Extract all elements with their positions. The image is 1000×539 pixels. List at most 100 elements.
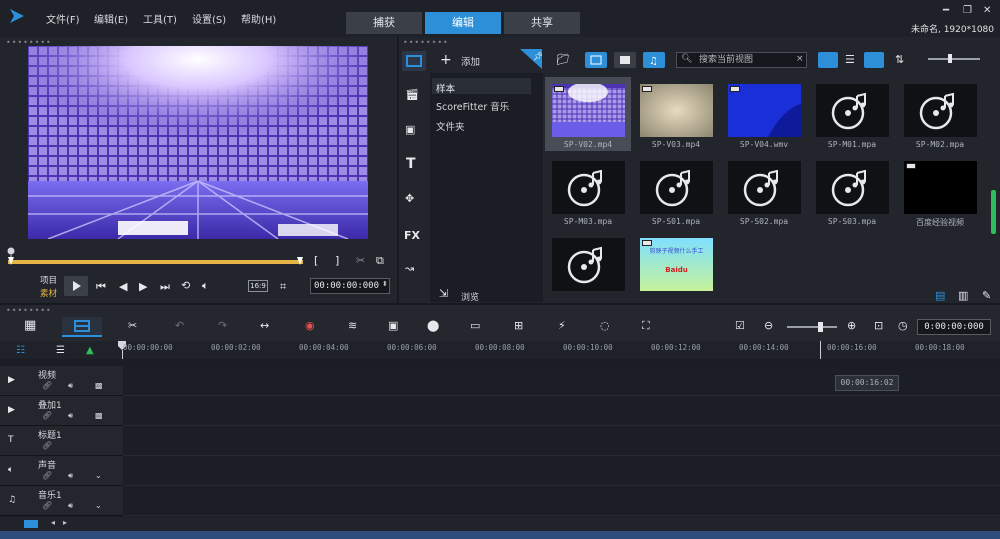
folder-scorefitter[interactable]: ScoreFitter 音乐 — [436, 99, 509, 113]
media-item[interactable]: SP-S01.mpa — [633, 154, 719, 228]
next-frame-icon[interactable]: ▶ — [139, 280, 147, 293]
fit-project-icon[interactable]: ↔ — [260, 319, 269, 332]
instant-project-icon[interactable]: 🎬︎ — [405, 88, 419, 101]
undo-icon[interactable]: ↶ — [175, 319, 184, 332]
graphics-icon[interactable]: ✥ — [405, 192, 414, 205]
media-item[interactable]: SP-V03.mp4 — [633, 77, 719, 151]
repeat-icon[interactable]: ⟲ — [181, 279, 190, 292]
link-icon[interactable]: 🔗︎ — [42, 501, 52, 510]
folder-folder[interactable]: 文件夹 — [436, 119, 465, 133]
track-volume-icon[interactable]: 🔊︎ — [68, 411, 73, 421]
link-icon[interactable]: 🔗︎ — [42, 411, 52, 420]
clip-mode-label[interactable]: 素材 — [40, 287, 57, 299]
zoom-slider[interactable] — [787, 326, 837, 328]
media-item[interactable]: SP-S02.mpa — [721, 154, 807, 228]
link-icon[interactable]: 🔗︎ — [42, 471, 52, 480]
import-media-icon[interactable]: 📁︎ — [556, 53, 570, 66]
library-scrollbar[interactable] — [991, 190, 996, 234]
track-header[interactable]: ♫ 音乐1 🔗︎ 🔊︎ ⌄ — [0, 486, 123, 516]
track-lane[interactable] — [123, 426, 1000, 456]
motion-tracking-icon[interactable]: ⬤ — [427, 319, 439, 332]
media-item[interactable]: 百度经验视频 — [897, 154, 983, 228]
library-mode-icon[interactable]: ▤ — [935, 289, 945, 302]
link-icon[interactable]: 🔗︎ — [42, 381, 52, 390]
timeline-view-button[interactable] — [62, 317, 102, 337]
add-icon[interactable]: + — [440, 52, 452, 68]
storyboard-view-icon[interactable]: ▦ — [24, 318, 36, 333]
track-manager-icon[interactable]: ☷ — [16, 345, 25, 356]
time-remapping-icon[interactable]: ⚡︎ — [558, 319, 566, 332]
menu-tools[interactable]: 工具(T) — [143, 11, 177, 26]
aspect-ratio-button[interactable]: 16:9 — [248, 280, 268, 292]
track-header[interactable]: T 标题1 🔗︎ — [0, 426, 123, 456]
tab-capture[interactable]: 捕获 — [346, 12, 422, 34]
auto-music-icon[interactable]: ▣ — [388, 319, 398, 332]
pan-zoom-icon[interactable]: ⛶ — [642, 319, 650, 333]
zoom-out-icon[interactable]: ⊖ — [764, 319, 773, 332]
enlarge-preview-icon[interactable]: ⧉ — [376, 254, 384, 268]
link-icon[interactable]: 🔗︎ — [42, 441, 52, 450]
menu-settings[interactable]: 设置(S) — [192, 11, 226, 26]
thumb-size-slider[interactable] — [928, 58, 980, 60]
zoom-in-icon[interactable]: ⊕ — [847, 319, 856, 332]
tab-edit[interactable]: 编辑 — [425, 12, 501, 34]
player-timecode[interactable]: 00:00:00:000 — [310, 278, 390, 294]
sort-icon[interactable]: ⇅ — [895, 53, 904, 66]
track-volume-icon[interactable]: 🔊︎ — [68, 381, 73, 391]
mark-in-button[interactable]: [ — [314, 254, 318, 267]
track-volume-icon[interactable]: 🔊︎ — [68, 501, 73, 511]
split-clip-icon[interactable]: ✂ — [356, 254, 365, 267]
track-header[interactable]: 🔈︎ 声音 🔗︎ 🔊︎ ⌄ — [0, 456, 123, 486]
show-audio-toggle[interactable]: ♫ — [643, 52, 665, 68]
media-item[interactable]: SP-S03.mpa — [809, 154, 895, 228]
media-item[interactable] — [545, 231, 631, 305]
redo-icon[interactable]: ↷ — [218, 319, 227, 332]
expand-icon[interactable]: ⌄ — [95, 501, 102, 510]
media-item[interactable]: SP-V02.mp4 — [545, 77, 631, 151]
project-duration[interactable]: 0:00:00:000 — [917, 319, 991, 335]
media-icon[interactable] — [402, 51, 426, 71]
track-header[interactable]: ▶ 视频 🔗︎ 🔊︎ ▩ — [0, 366, 123, 396]
grid-view-button[interactable] — [864, 52, 884, 68]
play-button[interactable] — [64, 276, 88, 296]
zoom-handle[interactable] — [818, 322, 823, 332]
transition-icon[interactable]: ▣ — [405, 123, 415, 136]
list-view-icon[interactable]: ☰ — [845, 53, 855, 66]
show-photos-toggle[interactable] — [614, 52, 636, 68]
volume-icon[interactable]: 🔈︎ — [202, 279, 209, 293]
browse-button[interactable]: 浏览 — [461, 290, 479, 303]
media-item[interactable]: SP-M02.mpa — [897, 77, 983, 151]
options-icon[interactable]: ✎ — [982, 289, 991, 302]
prev-frame-icon[interactable]: ◀ — [119, 280, 127, 293]
search-input[interactable]: 搜索当前视图 — [676, 52, 807, 68]
track-lane[interactable] — [123, 456, 1000, 486]
tab-share[interactable]: 共享 — [504, 12, 580, 34]
record-capture-icon[interactable]: ◉ — [305, 319, 315, 332]
pin-icon[interactable]: 📌︎ — [520, 49, 542, 69]
restore-icon[interactable]: ❐ — [963, 5, 972, 16]
subtitle-editor-icon[interactable]: ▭ — [470, 319, 480, 332]
browse-icon[interactable]: ⇲ — [439, 287, 448, 300]
multi-camera-icon[interactable]: ⊞ — [514, 319, 523, 332]
filter-fx-icon[interactable]: FX — [404, 229, 420, 242]
media-item[interactable]: SP-M03.mpa — [545, 154, 631, 228]
sound-mixer-icon[interactable]: ≋ — [348, 319, 357, 332]
minimize-icon[interactable]: ━ — [943, 5, 949, 16]
thumbnail-view-button[interactable] — [818, 52, 838, 68]
add-folder-button[interactable]: 添加 — [461, 54, 480, 68]
scrub-handle-icon[interactable] — [7, 247, 15, 257]
close-icon[interactable]: ✕ — [983, 5, 991, 16]
show-videos-toggle[interactable] — [585, 52, 607, 68]
track-header[interactable]: ▶ 叠加1 🔗︎ 🔊︎ ▩ — [0, 396, 123, 426]
timeline-grip[interactable]: •••••••• — [6, 306, 52, 315]
go-start-icon[interactable]: ⏮ — [96, 280, 106, 294]
path-icon[interactable]: ↝ — [405, 262, 414, 275]
item-mode-label[interactable]: 项目 — [40, 274, 57, 286]
title-icon[interactable]: T — [406, 156, 416, 172]
go-end-icon[interactable]: ⏭ — [160, 280, 170, 294]
transparency-icon[interactable]: ▩ — [95, 381, 103, 390]
chapter-point-icon[interactable]: ☰ — [56, 345, 65, 356]
tools-icon[interactable]: ✂ — [128, 319, 137, 332]
expand-icon[interactable]: ⌄ — [95, 471, 102, 480]
folder-sample[interactable]: 样本 — [436, 81, 455, 95]
